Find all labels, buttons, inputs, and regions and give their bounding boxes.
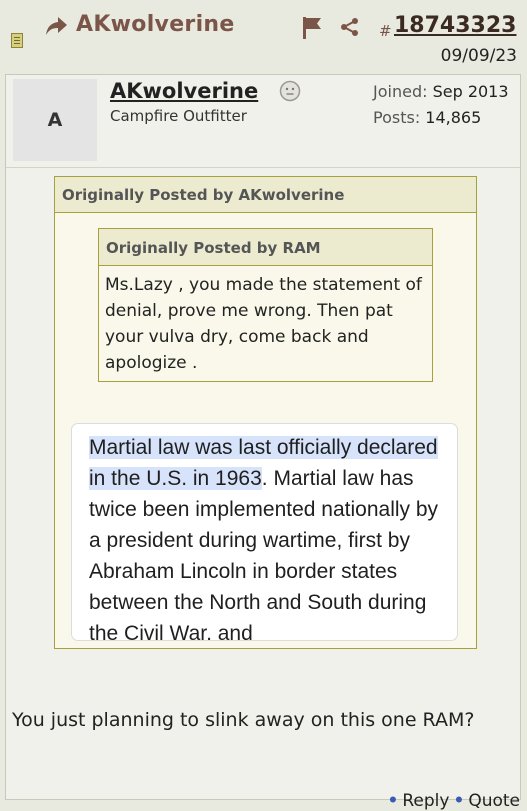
post-card: A AKwolverine Campfire Outfitter Joined:…	[5, 74, 521, 811]
outer-quote: Originally Posted by AKwolverine Origina…	[54, 176, 477, 649]
reply-link[interactable]: Reply	[402, 791, 449, 811]
post-footer: • Reply • Quote	[383, 791, 520, 811]
post-number-hash: #	[379, 22, 392, 40]
separator: •	[453, 791, 465, 811]
inner-quote: Originally Posted by RAM Ms.Lazy , you m…	[98, 228, 433, 382]
posts-label: Posts:	[373, 108, 421, 127]
flag-icon[interactable]	[301, 16, 325, 40]
note-icon	[11, 33, 23, 48]
inner-quote-header: Originally Posted by RAM	[99, 229, 432, 266]
user-info: A AKwolverine Campfire Outfitter Joined:…	[6, 75, 520, 168]
post-page: AKwolverine # 18743323 09/09/23 A AKwolv…	[0, 0, 527, 811]
embedded-text: Martial law was last officially declared…	[89, 432, 451, 641]
quote-link[interactable]: Quote	[468, 791, 520, 811]
joined-value: Sep 2013	[432, 82, 509, 101]
posts-info: Posts: 14,865	[373, 108, 481, 127]
avatar[interactable]: A	[13, 79, 97, 161]
embedded-screenshot: Martial law was last officially declared…	[71, 423, 458, 641]
inner-quote-body: Ms.Lazy , you made the statement of deni…	[105, 275, 422, 373]
post-body-text: You just planning to slink away on this …	[12, 709, 475, 731]
post-number-link[interactable]: 18743323	[394, 13, 516, 38]
post-header: AKwolverine # 18743323 09/09/23	[0, 0, 527, 74]
share-icon[interactable]	[340, 17, 360, 37]
separator: •	[387, 791, 399, 811]
embedded-rest-text: . Martial law has twice been implemented…	[89, 467, 439, 641]
username-link[interactable]: AKwolverine	[110, 79, 258, 103]
joined-info: Joined: Sep 2013	[373, 82, 509, 101]
joined-label: Joined:	[373, 82, 428, 101]
post-date: 09/09/23	[440, 46, 517, 66]
offline-smiley-icon	[279, 80, 301, 102]
share-arrow-icon[interactable]	[44, 14, 68, 38]
outer-quote-header: Originally Posted by AKwolverine	[55, 177, 476, 213]
posts-value: 14,865	[425, 108, 482, 127]
header-username[interactable]: AKwolverine	[76, 12, 235, 37]
user-title: Campfire Outfitter	[110, 107, 247, 125]
